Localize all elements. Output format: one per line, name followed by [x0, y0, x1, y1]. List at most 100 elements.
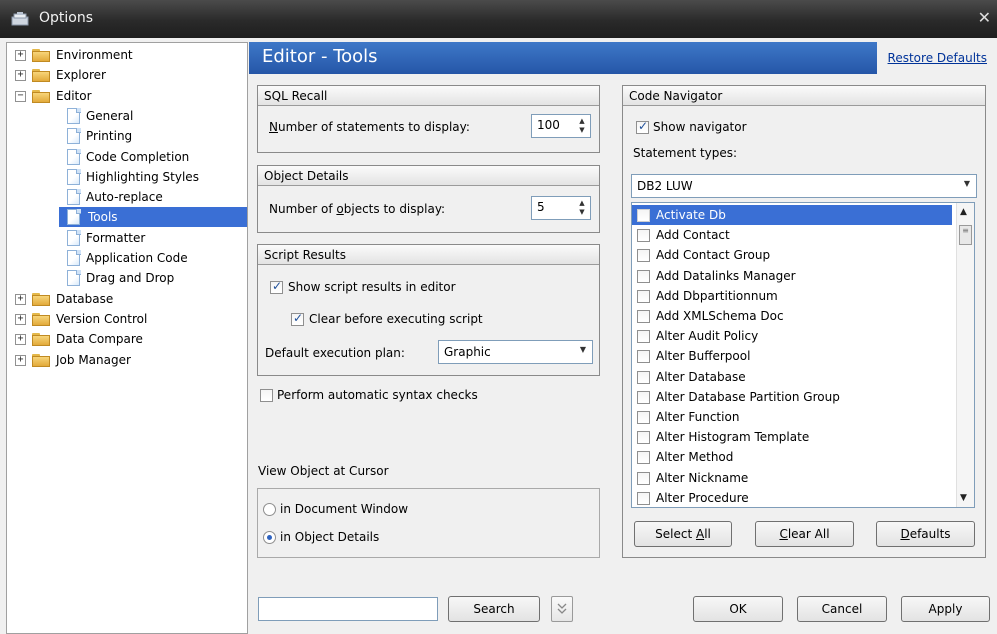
tree-item[interactable]: Highlighting Styles — [7, 167, 247, 187]
search-button[interactable]: Search — [448, 596, 540, 622]
syntax-checks-checkbox[interactable] — [260, 389, 273, 402]
expander-icon[interactable]: + — [15, 334, 26, 346]
statement-checkbox[interactable] — [637, 491, 650, 505]
script-results-title: Script Results — [258, 245, 599, 265]
syntax-checks-label[interactable]: Perform automatic syntax checks — [277, 388, 478, 402]
statement-types-list[interactable]: Alter Procedure Alter Nickname Alter Metho… — [631, 202, 975, 508]
ok-button[interactable]: OK — [693, 596, 783, 622]
statement-list-item[interactable]: Activate Db — [632, 205, 952, 225]
statement-checkbox[interactable] — [637, 451, 650, 465]
expander-icon[interactable]: + — [15, 354, 26, 366]
statement-checkbox[interactable] — [637, 411, 650, 424]
tree-item[interactable]: Auto-replace — [7, 187, 247, 207]
sql-recall-title: SQL Recall — [258, 86, 599, 106]
db-type-value: DB2 LUW — [637, 179, 693, 193]
db-type-select[interactable]: DB2 LUW ▼ — [631, 174, 977, 198]
show-navigator-label[interactable]: Show navigator — [653, 120, 747, 134]
tree-item[interactable]: Formatter — [7, 228, 247, 248]
show-navigator-checkbox[interactable] — [636, 119, 649, 134]
statement-list-item[interactable]: Alter Procedure — [632, 488, 952, 507]
statement-checkbox[interactable] — [637, 350, 650, 364]
list-scrollbar[interactable]: ▲ ≡ ▼ — [956, 203, 974, 507]
tree-item[interactable]: General — [7, 106, 247, 126]
tree-item[interactable]: − Editor — [7, 86, 247, 106]
sql-recall-group: SQL Recall Number of statements to displ… — [257, 85, 600, 153]
statement-checkbox[interactable] — [637, 289, 650, 303]
chevron-down-icon[interactable]: ▼ — [964, 179, 970, 188]
statement-types-label: Statement types: — [633, 146, 738, 160]
show-results-checkbox[interactable] — [270, 279, 283, 294]
statement-checkbox[interactable] — [637, 431, 650, 445]
radio-object-details-label[interactable]: in Object Details — [280, 530, 379, 544]
statement-list-item[interactable]: Add XMLSchema Doc — [632, 306, 952, 326]
tree-item[interactable]: Tools — [7, 207, 247, 228]
radio-document-window-label[interactable]: in Document Window — [280, 502, 408, 516]
title-bar[interactable]: Options ✕ — [0, 0, 997, 38]
tree-item[interactable]: + Environment — [7, 45, 247, 65]
statement-list-item[interactable]: Add Contact — [632, 225, 952, 245]
statement-checkbox[interactable] — [637, 330, 650, 344]
statement-checkbox[interactable] — [637, 269, 650, 283]
tree-item[interactable]: Code Completion — [7, 147, 247, 167]
expander-icon[interactable]: + — [15, 293, 26, 305]
tree-item[interactable]: + Version Control — [7, 309, 247, 329]
statement-checkbox[interactable] — [637, 249, 650, 263]
chevron-down-icon[interactable] — [551, 596, 573, 622]
statement-list-item[interactable]: Alter Function — [632, 407, 952, 427]
tree-item[interactable]: + Job Manager — [7, 350, 247, 370]
statement-checkbox[interactable] — [637, 310, 650, 323]
statement-checkbox[interactable] — [637, 209, 650, 222]
show-results-label[interactable]: Show script results in editor — [288, 280, 456, 294]
folder-icon — [32, 292, 50, 306]
statement-list-item[interactable]: Alter Audit Policy — [632, 326, 952, 346]
statement-checkbox[interactable] — [637, 370, 650, 384]
expander-icon[interactable]: + — [15, 50, 26, 61]
restore-defaults-link[interactable]: Restore Defaults — [885, 51, 989, 65]
options-tree[interactable]: + Environment + Explorer − Editor General Print… — [6, 42, 248, 634]
radio-document-window[interactable] — [263, 503, 276, 516]
tree-item[interactable]: Printing — [7, 126, 247, 146]
scroll-thumb[interactable]: ≡ — [959, 225, 972, 245]
tree-item[interactable]: + Data Compare — [7, 329, 247, 349]
scroll-up-icon[interactable]: ▲ — [960, 207, 967, 217]
statement-list-item[interactable]: Alter Histogram Template — [632, 427, 952, 447]
objects-count-stepper[interactable]: 5 ▲ ▼ — [531, 196, 591, 220]
statement-list-item[interactable]: Alter Method — [632, 447, 952, 467]
statement-checkbox[interactable] — [637, 471, 650, 485]
statement-list-item[interactable]: Add Contact Group — [632, 245, 952, 265]
tree-item[interactable]: + Database — [7, 289, 247, 309]
tree-item[interactable]: Application Code — [7, 248, 247, 268]
apply-button[interactable]: Apply — [901, 596, 990, 622]
clear-before-checkbox[interactable] — [291, 311, 304, 326]
statement-checkbox[interactable] — [637, 229, 650, 243]
statement-checkbox[interactable] — [637, 390, 650, 404]
defaults-button[interactable]: Defaults — [876, 521, 975, 547]
close-icon[interactable]: ✕ — [978, 8, 991, 27]
tree-item[interactable]: Drag and Drop — [7, 268, 247, 288]
tree-item[interactable]: + Explorer — [7, 65, 247, 85]
expander-icon[interactable]: − — [15, 90, 26, 102]
spin-arrows-icon[interactable]: ▲ ▼ — [576, 117, 588, 135]
clear-all-button[interactable]: Clear All — [755, 521, 854, 547]
radio-object-details[interactable] — [263, 531, 276, 544]
cancel-button[interactable]: Cancel — [797, 596, 887, 622]
statement-list-item[interactable]: Alter Bufferpool — [632, 346, 952, 366]
search-input[interactable] — [258, 597, 438, 621]
chevron-down-icon[interactable]: ▼ — [580, 345, 586, 354]
statements-count-stepper[interactable]: 100 ▲ ▼ — [531, 114, 591, 138]
scroll-down-icon[interactable]: ▼ — [960, 493, 967, 503]
select-all-button[interactable]: Select All — [634, 521, 732, 547]
statement-list-item[interactable]: Alter Database Partition Group — [632, 387, 952, 407]
execution-plan-select[interactable]: Graphic ▼ — [438, 340, 593, 364]
expander-icon[interactable]: + — [15, 70, 26, 82]
expander-icon[interactable]: + — [15, 313, 26, 325]
statement-list-item[interactable]: Add Datalinks Manager — [632, 266, 952, 286]
code-navigator-title: Code Navigator — [623, 86, 985, 106]
statement-list-item[interactable]: Alter Database — [632, 367, 952, 387]
clear-before-label[interactable]: Clear before executing script — [309, 312, 483, 326]
statement-list-item[interactable]: Alter Nickname — [632, 468, 952, 488]
tree-item-label: Job Manager — [56, 352, 131, 367]
statement-list-item[interactable]: Add Dbpartitionnum — [632, 286, 952, 306]
double-chevron-icon — [557, 603, 567, 614]
spin-arrows-icon[interactable]: ▲ ▼ — [576, 199, 588, 217]
